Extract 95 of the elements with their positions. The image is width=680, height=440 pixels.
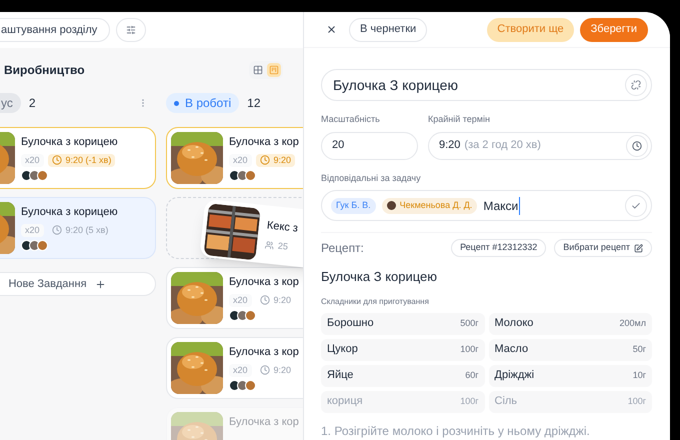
clock-icon bbox=[52, 225, 62, 236]
avatar bbox=[29, 170, 40, 181]
deadline-hint: (за 2 год 20 хв) bbox=[464, 138, 541, 154]
clock-icon bbox=[52, 155, 62, 166]
grid-view-tab[interactable] bbox=[251, 63, 265, 77]
card-title: Булочка з кор bbox=[229, 345, 299, 360]
recipe-step: 1. Розігрійте молоко і розчиніть у ньому дріжджі. bbox=[321, 422, 652, 440]
avatar bbox=[21, 170, 32, 181]
ingredients-heading: Складники для приготування bbox=[321, 296, 430, 308]
ingredient-name: Цукор bbox=[327, 342, 358, 358]
ingredient-amount: 100г bbox=[460, 342, 478, 356]
card-title: Булочка з корицею bbox=[21, 135, 118, 150]
close-icon[interactable] bbox=[326, 24, 337, 35]
time-label: 9:20 bbox=[274, 154, 292, 166]
ingredient-name: Сіль bbox=[494, 394, 518, 410]
status-pill: ус bbox=[0, 93, 21, 113]
time-label: 9:20 bbox=[274, 364, 292, 376]
avatar bbox=[37, 170, 48, 181]
avatar bbox=[229, 380, 240, 391]
field-label: Відповідальні за задачу bbox=[321, 172, 422, 185]
card-title: Булочка з кор bbox=[229, 275, 299, 290]
deadline-field[interactable]: 9:20 (за 2 год 20 хв) bbox=[428, 132, 652, 160]
recipe-label: Рецепт: bbox=[321, 240, 364, 257]
status-pill: В роботі bbox=[166, 93, 240, 113]
clock-icon bbox=[260, 295, 270, 306]
ingredient-name: Молоко bbox=[494, 316, 534, 332]
avatar bbox=[237, 170, 248, 181]
ingredient-amount: 50г bbox=[632, 342, 646, 356]
title-field[interactable]: Булочка З корицею bbox=[321, 69, 652, 101]
scale-field[interactable]: 20 bbox=[321, 132, 418, 160]
avatar bbox=[245, 170, 256, 181]
people-icon bbox=[264, 240, 274, 250]
avatar bbox=[29, 240, 40, 251]
ingredient-name: Масло bbox=[494, 342, 528, 358]
task-card[interactable]: Булочка з кор x20 9:20 bbox=[166, 127, 303, 189]
card-title: Булочка з кор bbox=[229, 135, 299, 150]
assignee-input: Макси bbox=[483, 196, 520, 214]
time-label: 9:20 (5 хв) bbox=[66, 224, 108, 237]
task-count: 2 bbox=[28, 95, 36, 112]
task-count: 12 bbox=[247, 95, 260, 112]
task-card[interactable]: Булочка з кор x20 9:20 bbox=[166, 337, 303, 399]
section-settings-button[interactable]: аштування розділу bbox=[0, 18, 110, 42]
quantity-label: x20 bbox=[229, 154, 252, 167]
choose-recipe-button[interactable]: Вибрати рецепт bbox=[554, 239, 652, 257]
ingredient-amount: 500г bbox=[460, 316, 478, 330]
avatar bbox=[245, 380, 256, 391]
card-title: Булочка з корицею bbox=[21, 205, 118, 220]
clock-icon bbox=[260, 365, 270, 376]
quantity-label: x20 bbox=[21, 224, 44, 237]
deadline-value: 9:20 bbox=[439, 138, 460, 154]
avatar bbox=[229, 310, 240, 321]
card-title: Кекс з bbox=[266, 218, 299, 237]
avatar bbox=[229, 170, 240, 181]
ingredient-name: кориця bbox=[327, 394, 363, 410]
clock-icon bbox=[260, 155, 270, 166]
quantity-label: x20 bbox=[229, 364, 252, 377]
recipe-title: Булочка З корицею bbox=[321, 268, 438, 286]
check-icon[interactable] bbox=[631, 200, 641, 210]
avatar bbox=[245, 310, 256, 321]
task-card[interactable]: Булочка з корицею x20 9:20 (-1 хв) bbox=[0, 127, 156, 189]
ingredient-amount: 100г bbox=[460, 394, 478, 408]
avatar bbox=[37, 240, 48, 251]
assignees-field[interactable]: Гук Б. В. Чекменьова Д. Д. Макси bbox=[321, 190, 652, 221]
ingredient-amount: 200мл bbox=[620, 316, 646, 330]
card-title: Булочка з кор bbox=[229, 415, 299, 430]
avatar bbox=[21, 240, 32, 251]
ingredient-amount: 60г bbox=[465, 368, 478, 382]
filter-icon bbox=[126, 25, 136, 35]
ingredient-amount: 10г bbox=[632, 368, 646, 382]
ingredient-amount: 100г bbox=[628, 394, 646, 408]
board-title: Виробництво bbox=[4, 62, 85, 79]
time-label: 9:20 (-1 хв) bbox=[66, 154, 112, 167]
task-card[interactable]: Булочка з корицею x20 9:20 (5 хв) bbox=[0, 197, 156, 259]
time-label: 9:20 bbox=[274, 294, 292, 306]
filter-button[interactable] bbox=[116, 18, 146, 42]
avatar bbox=[386, 201, 396, 210]
field-label: Крайній термін bbox=[428, 113, 491, 126]
quantity-label: x20 bbox=[229, 294, 252, 307]
plus-icon bbox=[94, 278, 106, 290]
portion-count: 25 bbox=[277, 239, 289, 254]
recipe-number-button[interactable]: Рецепт #12312332 bbox=[451, 239, 546, 257]
ingredient-name: Яйце bbox=[327, 368, 354, 384]
task-card[interactable]: Булочка з кор x20 9:20 bbox=[166, 267, 303, 329]
ingredient-name: Дріжджі bbox=[494, 368, 534, 384]
title-value: Булочка З корицею bbox=[333, 76, 458, 95]
quantity-label: x20 bbox=[21, 154, 44, 167]
unlink-icon[interactable] bbox=[631, 80, 641, 90]
new-task-button[interactable]: Нове Завдання bbox=[0, 272, 156, 296]
draft-button[interactable]: В чернетки bbox=[349, 18, 428, 42]
avatar bbox=[237, 380, 248, 391]
avatar bbox=[237, 310, 248, 321]
clock-icon[interactable] bbox=[632, 140, 642, 150]
ingredient-name: Борошно bbox=[327, 316, 374, 332]
field-label: Масштабність bbox=[321, 113, 381, 126]
edit-icon bbox=[634, 244, 643, 252]
